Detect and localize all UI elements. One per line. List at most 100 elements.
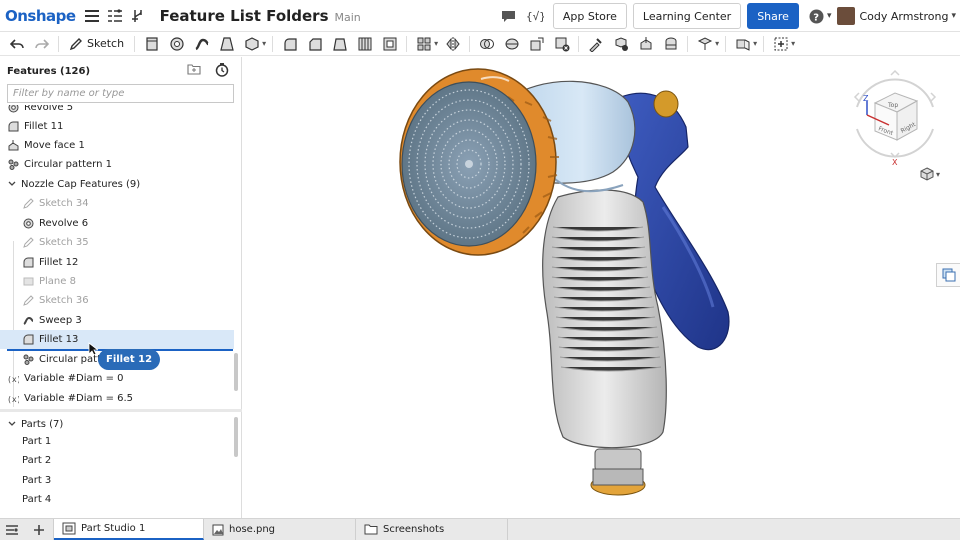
feature-item-fillet-11[interactable]: Fillet 11	[0, 117, 234, 136]
sketch-button[interactable]: Sketch	[69, 37, 124, 51]
feature-item-plane-8[interactable]: Plane 8	[0, 272, 234, 291]
feature-item-sweep-3[interactable]: Sweep 3	[0, 311, 234, 330]
variable-icon: (x)	[7, 373, 19, 385]
modify-fillet-icon[interactable]	[587, 35, 605, 53]
pencil-icon	[69, 37, 82, 50]
extrude-icon[interactable]	[143, 35, 161, 53]
tab-part-studio-1[interactable]: Part Studio 1	[54, 519, 204, 540]
features-header-icons	[187, 63, 229, 80]
feature-item-variable-diam-6-5[interactable]: (x) Variable #Diam = 6.5	[0, 389, 234, 407]
part-item[interactable]: Part 3	[0, 471, 234, 490]
plane-icon[interactable]	[696, 35, 714, 53]
feature-item-revolve-5[interactable]: Revolve 5	[0, 105, 234, 117]
tab-label: Part Studio 1	[81, 523, 146, 534]
appearance-panel-button[interactable]	[936, 263, 960, 287]
feature-item-sketch-34[interactable]: Sketch 34	[0, 194, 234, 213]
toolbar-divider	[134, 35, 136, 52]
chamfer-icon[interactable]	[306, 35, 324, 53]
part-item[interactable]: Part 4	[0, 490, 234, 509]
feature-item-variable-diam-0[interactable]: (x) Variable #Diam = 0	[0, 369, 234, 388]
redo-icon[interactable]	[33, 35, 51, 53]
replace-face-icon[interactable]	[662, 35, 680, 53]
feature-tree-icon[interactable]	[105, 6, 125, 26]
chevron-down-icon[interactable]: ▾	[753, 39, 757, 48]
tab-screenshots[interactable]: Screenshots	[356, 519, 508, 540]
features-scrollbar[interactable]	[234, 353, 238, 391]
revolve-icon	[22, 218, 34, 230]
feature-label: Revolve 6	[39, 218, 89, 229]
sketch-icon	[22, 237, 34, 249]
add-tab-icon[interactable]	[24, 519, 54, 540]
split-icon[interactable]	[503, 35, 521, 53]
chevron-down-icon[interactable]: ▾	[262, 39, 266, 48]
feature-item-fillet-12[interactable]: Fillet 12	[0, 253, 234, 272]
panel-divider[interactable]	[0, 409, 242, 412]
boolean-icon[interactable]	[478, 35, 496, 53]
variables-icon[interactable]: {√}	[525, 6, 545, 26]
mirror-icon[interactable]	[444, 35, 462, 53]
loft-icon[interactable]	[218, 35, 236, 53]
cube-view-icon	[920, 167, 934, 181]
shell-icon[interactable]	[381, 35, 399, 53]
chevron-down-icon[interactable]	[8, 420, 16, 429]
learning-center-button[interactable]: Learning Center	[632, 3, 742, 29]
transform-icon[interactable]	[528, 35, 546, 53]
view-options-dropdown[interactable]: ▾	[920, 167, 940, 181]
move-face-icon[interactable]	[637, 35, 655, 53]
delete-face-icon[interactable]	[612, 35, 630, 53]
add-folder-icon[interactable]	[187, 63, 201, 80]
feature-list-panel: Features (126) Revolve 5 Fillet 11	[0, 57, 242, 518]
rib-icon[interactable]	[356, 35, 374, 53]
feature-filter-input[interactable]	[7, 84, 234, 103]
sweep-icon[interactable]	[193, 35, 211, 53]
viewcube-top-label[interactable]: Top	[887, 102, 898, 109]
thicken-icon[interactable]	[243, 35, 261, 53]
share-button[interactable]: Share	[747, 3, 799, 29]
hamburger-menu-icon[interactable]	[82, 6, 102, 26]
app-store-button[interactable]: App Store	[552, 3, 627, 29]
part-item[interactable]: Part 2	[0, 451, 234, 470]
fillet-icon[interactable]	[281, 35, 299, 53]
graphics-viewport[interactable]: Top Front Right Z X ▾	[243, 57, 960, 518]
draft-icon[interactable]	[331, 35, 349, 53]
delete-part-icon[interactable]	[553, 35, 571, 53]
toolbar-divider	[725, 35, 727, 52]
feature-item-sketch-35[interactable]: Sketch 35	[0, 233, 234, 252]
parts-scrollbar[interactable]	[234, 417, 238, 457]
feature-item-move-face-1[interactable]: Move face 1	[0, 136, 234, 155]
user-caret[interactable]: ▾	[951, 11, 956, 21]
appearance-icon	[942, 268, 955, 282]
help-caret[interactable]: ▾	[827, 11, 832, 21]
feature-item-revolve-6[interactable]: Revolve 6	[0, 214, 234, 233]
chevron-down-icon[interactable]: ▾	[791, 39, 795, 48]
revolve-icon	[7, 105, 19, 114]
undo-icon[interactable]	[8, 35, 26, 53]
chevron-down-icon[interactable]: ▾	[715, 39, 719, 48]
feature-item-sketch-36[interactable]: Sketch 36	[0, 291, 234, 310]
avatar[interactable]	[837, 7, 856, 25]
part-item[interactable]: Part 1	[0, 432, 234, 451]
chevron-down-icon[interactable]	[8, 180, 16, 189]
feature-item-fillet-13[interactable]: Fillet 13	[0, 330, 234, 349]
tab-hose-png[interactable]: hose.png	[204, 519, 356, 540]
onshape-logo[interactable]: Onshape	[5, 7, 76, 25]
svg-text:(x): (x)	[7, 375, 19, 384]
add-custom-feature-icon[interactable]	[772, 35, 790, 53]
chevron-down-icon[interactable]: ▾	[936, 170, 940, 179]
tab-manager-icon[interactable]	[0, 519, 24, 540]
rollback-clock-icon[interactable]	[215, 63, 229, 80]
help-icon[interactable]: ?	[807, 6, 827, 26]
branch-icon[interactable]	[128, 6, 148, 26]
document-title[interactable]: Feature List Folders	[160, 7, 329, 25]
folder-nozzle-cap-features[interactable]: Nozzle Cap Features (9)	[0, 175, 234, 194]
feature-label: Sweep 3	[39, 315, 82, 326]
feature-item-circular-pattern-1[interactable]: Circular pattern 1	[0, 155, 234, 174]
comments-icon[interactable]	[499, 6, 519, 26]
revolve-icon[interactable]	[168, 35, 186, 53]
pattern-icon[interactable]	[415, 35, 433, 53]
chevron-down-icon[interactable]: ▾	[434, 39, 438, 48]
svg-text:{√}: {√}	[526, 10, 544, 23]
user-name[interactable]: Cody Armstrong	[859, 10, 948, 23]
branch-name[interactable]: Main	[335, 11, 361, 24]
sheet-metal-icon[interactable]	[734, 35, 752, 53]
